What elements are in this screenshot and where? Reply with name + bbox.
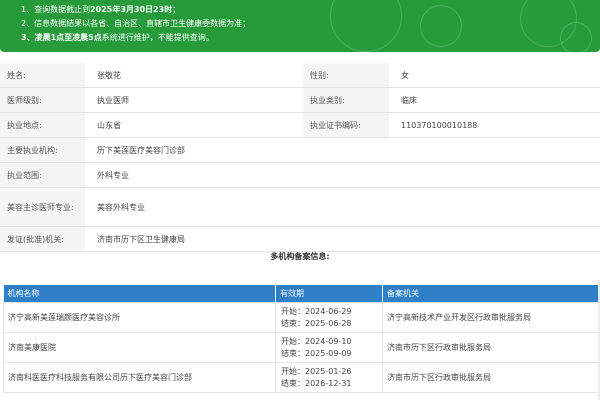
table-row: 济南科医医疗科技服务有限公司历下医疗美容门诊部 开始：2025-01-26 结束… — [3, 362, 600, 393]
validity-period-cell: 开始：2024-09-10 结束：2025-09-09 — [275, 332, 383, 363]
info-row: 医师级别: 执业医师 执业类别: 临床 — [0, 87, 600, 113]
table-row: 济宁高新美莲瑞颜医疗美容诊所 开始：2024-06-29 结束：2025-06-… — [3, 302, 600, 333]
header-filing-authority: 备案机关 — [382, 285, 600, 303]
start-prefix: 开始： — [281, 336, 305, 346]
table-row: 济南美康医院 开始：2024-09-10 结束：2025-09-09 济南市历下… — [3, 332, 600, 363]
info-row: 主要执业机构: 历下美莲医疗美容门诊部 — [0, 137, 600, 163]
institution-name-cell: 济宁高新美莲瑞颜医疗美容诊所 — [3, 302, 276, 333]
name-value: 张敬花 — [85, 63, 303, 88]
end-date: 2025-09-09 — [305, 348, 352, 358]
gender-label: 性别: — [303, 63, 389, 88]
notice-item-3: 3、凌晨1点至凌晨5点系统进行维护，不能提供查询。 — [21, 33, 214, 42]
location-label: 执业地点: — [0, 112, 85, 138]
category-label: 执业类别: — [303, 87, 389, 113]
notice-item-1: 1、查询数据截止到2025年3月30日23时； — [21, 5, 181, 14]
category-value: 临床 — [389, 87, 600, 113]
multi-institution-title: 多机构备案信息: — [270, 252, 330, 261]
info-row: 美容主诊医师专业: 美容外科专业 — [0, 187, 600, 227]
header-validity-period: 有效期 — [275, 285, 383, 303]
end-prefix: 结束： — [281, 378, 305, 388]
info-row: 执业范围: 外科专业 — [0, 162, 600, 188]
end-date: 2026-12-31 — [305, 378, 352, 388]
name-label: 姓名: — [0, 63, 85, 88]
institution-name-cell: 济南美康医院 — [3, 332, 276, 363]
validity-period-cell: 开始：2025-01-26 结束：2026-12-31 — [275, 362, 383, 393]
doctor-info-table: 姓名: 张敬花 性别: 女 医师级别: 执业医师 执业类别: 临床 执业地点: … — [0, 63, 600, 252]
scope-value: 外科专业 — [85, 162, 600, 188]
end-prefix: 结束： — [281, 348, 305, 358]
cosmetic-value: 美容外科专业 — [85, 187, 600, 227]
end-date: 2025-06-28 — [305, 318, 352, 328]
end-prefix: 结束： — [281, 318, 305, 328]
cert-value: 110370100010188 — [389, 112, 600, 138]
cosmetic-label: 美容主诊医师专业: — [0, 187, 85, 227]
gender-value: 女 — [389, 63, 600, 88]
location-value: 山东省 — [85, 112, 303, 138]
table-header-row: 机构名称 有效期 备案机关 — [3, 285, 600, 303]
start-date: 2024-09-10 — [305, 336, 352, 346]
start-prefix: 开始： — [281, 366, 305, 376]
start-date: 2024-06-29 — [305, 306, 352, 316]
filing-authority-cell: 济南市历下区行政审批服务局 — [382, 332, 600, 363]
level-value: 执业医师 — [85, 87, 303, 113]
notice-item-2: 2、信息数据结果以各省、自治区、直辖市卫生健康委数据为准； — [21, 19, 251, 28]
header-institution-name: 机构名称 — [3, 285, 276, 303]
notice-banner: 1、查询数据截止到2025年3月30日23时； 2、信息数据结果以各省、自治区、… — [0, 0, 600, 52]
info-row: 姓名: 张敬花 性别: 女 — [0, 63, 600, 88]
validity-period-cell: 开始：2024-06-29 结束：2025-06-28 — [275, 302, 383, 333]
start-prefix: 开始： — [281, 306, 305, 316]
notice-list: 1、查询数据截止到2025年3月30日23时； 2、信息数据结果以各省、自治区、… — [0, 0, 600, 45]
scope-label: 执业范围: — [0, 162, 85, 188]
info-row: 执业地点: 山东省 执业证书编码: 110370100010188 — [0, 112, 600, 138]
start-date: 2025-01-26 — [305, 366, 352, 376]
institution-name-cell: 济南科医医疗科技服务有限公司历下医疗美容门诊部 — [3, 362, 276, 393]
institution-value: 历下美莲医疗美容门诊部 — [85, 137, 600, 163]
multi-institution-table: 机构名称 有效期 备案机关 济宁高新美莲瑞颜医疗美容诊所 开始：2024-06-… — [3, 285, 600, 393]
filing-authority-cell: 济宁高新技术产业开发区行政审批服务局 — [382, 302, 600, 333]
institution-label: 主要执业机构: — [0, 137, 85, 163]
cert-label: 执业证书编码: — [303, 112, 389, 138]
filing-authority-cell: 济南市历下区行政审批服务局 — [382, 362, 600, 393]
level-label: 医师级别: — [0, 87, 85, 113]
